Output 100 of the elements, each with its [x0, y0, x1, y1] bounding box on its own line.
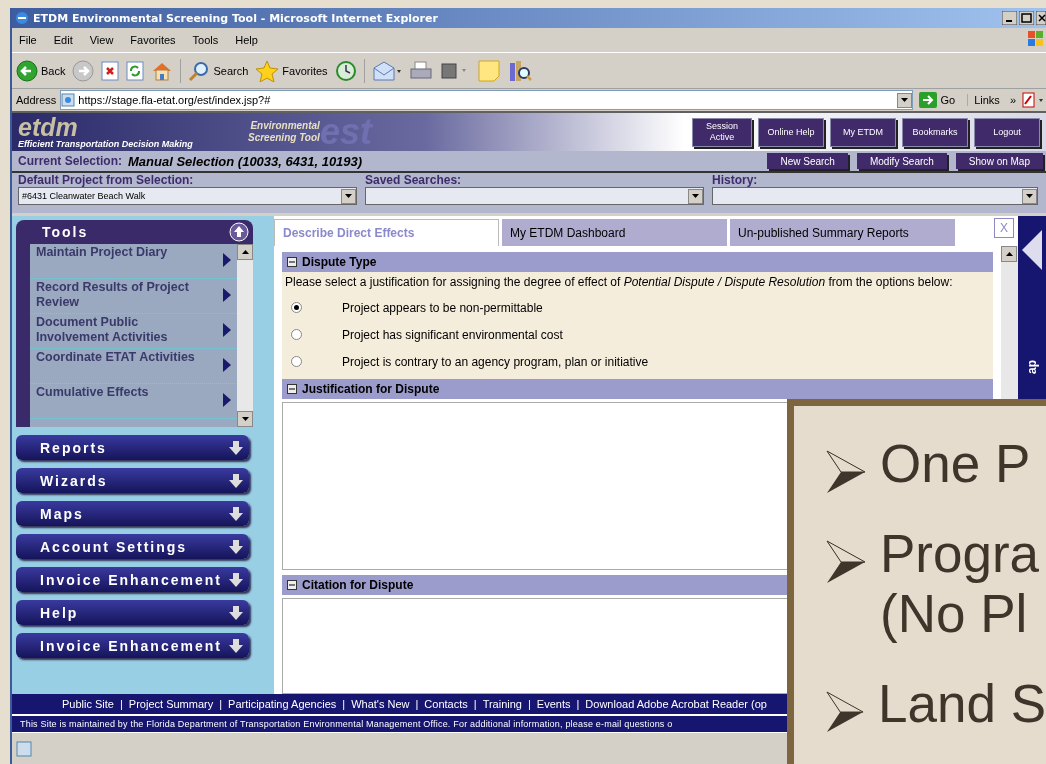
menu-button[interactable]: Maps — [16, 501, 249, 526]
arrow-down-icon — [229, 638, 243, 653]
dropdown-button[interactable] — [896, 92, 912, 108]
pdf-icon[interactable] — [1020, 92, 1046, 108]
dropdown-button[interactable] — [688, 188, 703, 204]
filter-dropdown[interactable] — [712, 187, 1038, 205]
address-label: Address — [16, 94, 57, 106]
forward-icon[interactable] — [72, 59, 95, 82]
selection-label: Current Selection: — [18, 154, 122, 168]
header-button[interactable]: Online Help — [758, 117, 824, 147]
caret-icon — [1026, 194, 1033, 198]
scroll-down-button[interactable] — [237, 411, 253, 427]
menu-button[interactable]: Help — [16, 600, 249, 625]
footer-link[interactable]: What's New — [351, 698, 410, 710]
refresh-icon[interactable] — [126, 60, 145, 81]
toolbar-label[interactable]: Search — [213, 64, 249, 77]
menu-button[interactable]: Invoice Enhancement — [16, 633, 249, 658]
star-icon[interactable] — [255, 59, 280, 82]
search-icon[interactable] — [188, 59, 211, 82]
scroll-up-button[interactable] — [237, 244, 253, 260]
dropdown-button[interactable] — [341, 188, 356, 204]
option-label: Project is contrary to an agency program, plan or initiative — [342, 354, 649, 369]
menu-button[interactable]: Invoice Enhancement — [16, 567, 249, 592]
collapse-icon[interactable] — [287, 580, 297, 590]
header-button[interactable]: Bookmarks — [902, 117, 968, 147]
separator: | — [415, 698, 419, 710]
selection-value: Manual Selection (10033, 6431, 10193) — [128, 153, 363, 169]
footer-link[interactable]: Training — [482, 698, 522, 710]
tab[interactable]: My ETDM Dashboard — [502, 219, 727, 246]
collapse-icon[interactable] — [287, 257, 297, 267]
footer-link[interactable]: Events — [536, 698, 571, 710]
toolbar-label[interactable]: Favorites — [282, 64, 328, 77]
tab[interactable]: Un-published Summary Reports — [730, 219, 955, 246]
header-button[interactable]: My ETDM — [830, 117, 896, 147]
menu-item[interactable]: View — [89, 34, 114, 46]
links-button[interactable]: Links — [967, 94, 1006, 106]
footer-link[interactable]: Project Summary — [128, 698, 214, 710]
footer-link[interactable]: Public Site — [62, 698, 114, 710]
mail-icon[interactable] — [371, 59, 402, 82]
menu-item[interactable]: Favorites — [130, 34, 176, 46]
scroll-up-button[interactable] — [1001, 246, 1017, 262]
filter-dropdown[interactable] — [365, 187, 704, 205]
history-icon[interactable] — [334, 59, 357, 82]
arrow-down-icon — [229, 605, 243, 620]
go-button[interactable]: Go — [916, 92, 964, 108]
filter-label: History: — [712, 173, 759, 187]
menu-item[interactable]: Help — [235, 34, 258, 46]
address-field[interactable]: https://stage.fla-etat.org/est/index.jsp?# — [60, 90, 913, 110]
page-icon — [16, 740, 32, 757]
arrow-right-icon — [223, 393, 231, 407]
footer-link[interactable]: Download Adobe Acrobat Reader (op — [585, 698, 767, 710]
arrow-down-icon — [229, 473, 243, 488]
arrow-right-icon — [223, 253, 231, 267]
menu-item[interactable]: Tools — [192, 34, 219, 46]
caret-icon — [900, 98, 908, 102]
menu-item[interactable]: Edit — [53, 34, 73, 46]
bullet-text: One P — [880, 434, 1031, 494]
radio-button[interactable] — [291, 356, 302, 367]
radio-button[interactable] — [291, 329, 302, 340]
caret-icon — [241, 250, 249, 254]
back-icon[interactable] — [16, 59, 38, 82]
arrow-right-icon — [223, 358, 231, 372]
collapse-icon[interactable] — [287, 384, 297, 394]
arrow-down-icon — [229, 539, 243, 554]
arrow-down-icon — [229, 506, 243, 521]
stop-icon[interactable] — [101, 60, 120, 81]
menu-item[interactable]: File — [19, 34, 37, 46]
footer-link[interactable]: Participating Agencies — [228, 698, 337, 710]
maximize-icon[interactable] — [1019, 11, 1034, 25]
tool-name: Environmental — [250, 120, 320, 131]
search-action-button[interactable]: Modify Search — [856, 153, 947, 169]
header-button[interactable]: Logout — [974, 117, 1040, 147]
minimize-icon[interactable] — [1002, 11, 1017, 25]
tool-name: Screening Tool — [248, 132, 320, 143]
panel-title[interactable]: Tools — [42, 224, 89, 240]
arrowhead-bullet-icon — [826, 690, 864, 734]
dropdown-button[interactable] — [1022, 188, 1037, 204]
collapse-up-icon[interactable] — [229, 222, 249, 242]
option-label: Project appears to be non-permittable — [342, 300, 543, 315]
chevron[interactable]: » — [1009, 94, 1016, 106]
windows-flag-icon — [1026, 30, 1046, 48]
search-action-button[interactable]: Show on Map — [955, 153, 1043, 169]
filter-dropdown[interactable]: #6431 Cleanwater Beach Walk — [18, 187, 357, 205]
books-icon[interactable] — [507, 58, 532, 83]
separator: | — [342, 698, 346, 710]
radio-button[interactable] — [291, 302, 302, 313]
toolbar-label[interactable]: Back — [41, 64, 66, 77]
printer-icon[interactable] — [408, 59, 433, 82]
arrow-right-icon — [223, 288, 231, 302]
search-action-button[interactable]: New Search — [767, 153, 848, 169]
option-label: Project has significant environmental cost — [342, 327, 563, 342]
scrollbar[interactable] — [237, 244, 253, 427]
close-icon[interactable] — [1036, 11, 1046, 25]
header-button[interactable]: Session Active — [692, 117, 752, 147]
arrow-left-icon — [1022, 230, 1042, 270]
footer-link[interactable]: Contacts — [424, 698, 468, 710]
menu-button[interactable]: Account Settings — [16, 534, 249, 559]
filter-label: Default Project from Selection: — [18, 173, 195, 187]
menu-button[interactable]: Reports — [16, 435, 249, 460]
menu-button[interactable]: Wizards — [16, 468, 249, 493]
